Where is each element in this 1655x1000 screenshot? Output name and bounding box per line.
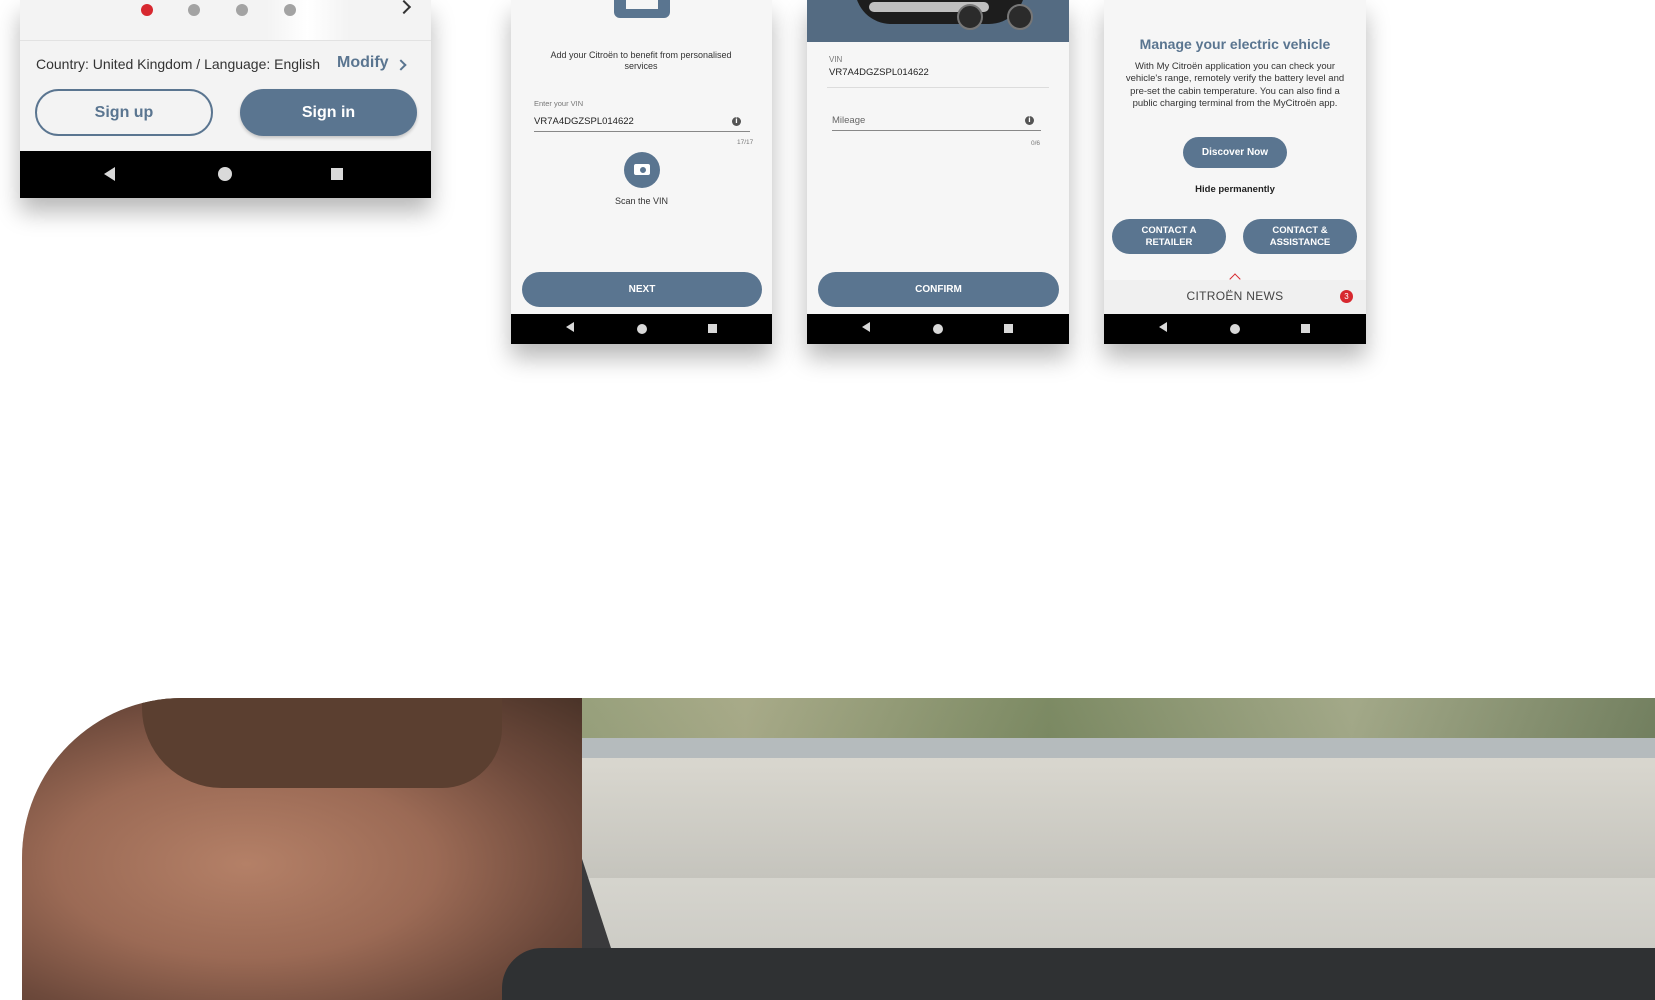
discover-now-button[interactable]: Discover Now [1183, 137, 1287, 168]
phone-screen-add-vin: Add your Citroën to benefit from persona… [511, 0, 772, 344]
vin-value: VR7A4DGZSPL014622 [829, 67, 929, 78]
android-nav-bar [1104, 314, 1366, 344]
country-language-text: Country: United Kingdom / Language: Engl… [36, 56, 321, 72]
mileage-input[interactable]: Mileage [832, 115, 865, 126]
news-count-badge: 3 [1340, 290, 1353, 303]
contact-retailer-button[interactable]: CONTACT A RETAILER [1112, 219, 1226, 254]
sign-up-button[interactable]: Sign up [35, 89, 213, 136]
car-icon [614, 0, 670, 18]
back-icon[interactable] [1159, 322, 1167, 332]
home-icon[interactable] [218, 167, 232, 181]
recent-apps-icon[interactable] [1004, 324, 1013, 333]
driver-photo [22, 698, 1655, 1000]
home-icon[interactable] [1230, 324, 1240, 334]
info-icon[interactable]: i [1025, 116, 1034, 125]
chevron-right-icon [395, 59, 407, 71]
carousel-dot-4[interactable] [284, 4, 296, 16]
android-nav-bar [20, 151, 431, 198]
mileage-underline [832, 130, 1041, 131]
contact-assistance-button[interactable]: CONTACT & ASSISTANCE [1243, 219, 1357, 254]
phone-screen-electric-vehicle: Manage your electric vehicle With My Cit… [1104, 0, 1366, 344]
next-button[interactable]: NEXT [522, 272, 762, 307]
android-nav-bar [511, 314, 772, 344]
carousel-dot-2[interactable] [188, 4, 200, 16]
phone-screen-welcome: Country: United Kingdom / Language: Engl… [20, 0, 431, 198]
carousel-dot-1[interactable] [141, 4, 153, 16]
back-icon[interactable] [862, 322, 870, 332]
hide-permanently-link[interactable]: Hide permanently [1104, 184, 1366, 195]
news-label: CITROËN NEWS [1186, 289, 1284, 303]
phone-screen-confirm-vehicle: VIN VR7A4DGZSPL014622 Mileage i 0/6 CONF… [807, 0, 1069, 344]
confirm-button[interactable]: CONFIRM [818, 272, 1059, 307]
vehicle-photo [807, 0, 1069, 42]
electric-vehicle-description: With My Citroën application you can chec… [1125, 61, 1345, 109]
back-icon[interactable] [566, 322, 574, 332]
scan-vin-button[interactable] [624, 152, 660, 188]
home-icon[interactable] [933, 324, 943, 334]
recent-apps-icon[interactable] [1301, 324, 1310, 333]
mileage-char-counter: 0/6 [1031, 140, 1041, 147]
android-nav-bar [807, 314, 1069, 344]
chevron-right-icon[interactable] [396, 0, 412, 15]
page-title: Manage your electric vehicle [1139, 36, 1331, 52]
scan-vin-label: Scan the VIN [614, 196, 669, 206]
modify-link[interactable]: Modify [337, 54, 389, 72]
sign-in-button[interactable]: Sign in [240, 89, 417, 136]
vin-field-underline [534, 131, 750, 132]
recent-apps-icon[interactable] [331, 168, 343, 180]
vin-char-counter: 17/17 [737, 139, 754, 146]
carousel-pagination [20, 0, 431, 41]
vin-field-label: Enter your VIN [534, 99, 584, 108]
carousel-dot-3[interactable] [236, 4, 248, 16]
vin-input[interactable]: VR7A4DGZSPL014622 [534, 116, 634, 127]
add-vehicle-intro: Add your Citroën to benefit from persona… [550, 50, 732, 71]
recent-apps-icon[interactable] [708, 324, 717, 333]
info-icon[interactable]: i [732, 117, 741, 126]
back-icon[interactable] [104, 167, 115, 181]
home-icon[interactable] [637, 324, 647, 334]
news-bar[interactable]: CITROËN NEWS 3 [1104, 280, 1366, 314]
vin-label: VIN [829, 55, 843, 64]
